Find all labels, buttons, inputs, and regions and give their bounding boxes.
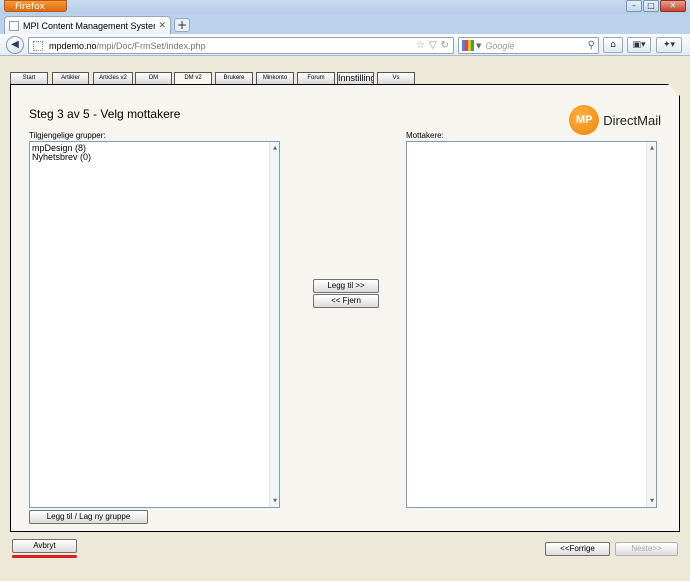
wizard-panel: Steg 3 av 5 - Velg mottakere MP DirectMa… — [10, 84, 680, 532]
bookmarks-menu-icon[interactable]: ▣▾ — [627, 37, 651, 53]
available-groups-label: Tilgjengelige grupper: — [29, 131, 106, 140]
tab-close-icon[interactable]: ✕ — [158, 21, 166, 31]
site-identity-icon[interactable] — [33, 40, 43, 51]
scroll-down-icon[interactable]: ▼ — [271, 498, 279, 504]
tab-dm[interactable]: DM — [135, 72, 172, 84]
tab-innstilling[interactable]: Innstilling — [337, 72, 374, 84]
tab-minkonto[interactable]: Minkonto — [256, 72, 294, 84]
add-recipient-button[interactable]: Legg til >> — [313, 279, 379, 293]
scroll-up-icon[interactable]: ▲ — [271, 145, 279, 151]
tab-brukere[interactable]: Brukere — [215, 72, 253, 84]
remove-recipient-button[interactable]: << Fjern — [313, 294, 379, 308]
bookmark-star-icon[interactable]: ☆ — [416, 40, 425, 51]
search-icon[interactable]: ⚲ — [588, 40, 595, 51]
window-controls: – □ ✕ — [626, 0, 686, 12]
page-content: Start Artikler Articles v2 DM DM v2 Bruk… — [0, 56, 690, 581]
available-groups-items: mpDesign (8) Nyhetsbrev (0) — [32, 144, 91, 162]
list-item[interactable]: Nyhetsbrev (0) — [32, 153, 91, 162]
panel-folded-corner — [668, 84, 680, 96]
search-input[interactable]: Google — [485, 41, 587, 51]
scroll-down-icon[interactable]: ▼ — [648, 498, 656, 504]
tab-vs[interactable]: Vs — [377, 72, 415, 84]
scrollbar[interactable]: ▲ ▼ — [269, 142, 279, 507]
directmail-logo: MP DirectMail — [569, 105, 661, 135]
addons-menu-icon[interactable]: ✦▾ — [656, 37, 682, 53]
tab-forum[interactable]: Forum — [297, 72, 335, 84]
logo-mark-icon: MP — [569, 105, 600, 135]
new-tab-icon[interactable]: + — [174, 18, 190, 32]
scroll-up-icon[interactable]: ▲ — [648, 145, 656, 151]
browser-tab[interactable]: MPI Content Management System v2.0.... ✕ — [4, 16, 171, 34]
history-dropdown-icon[interactable]: ▽ — [429, 40, 437, 51]
back-arrow-icon[interactable]: ◀ — [6, 36, 24, 54]
available-groups-list[interactable]: mpDesign (8) Nyhetsbrev (0) ▲ ▼ — [29, 141, 280, 508]
next-button[interactable]: Neste>> — [615, 542, 678, 556]
search-bar[interactable]: ▼ Google ⚲ — [458, 37, 599, 54]
cancel-button[interactable]: Avbryt — [12, 539, 77, 553]
url-path: /mpi/Doc/FrmSet/index.php — [96, 40, 206, 51]
tab-articles-v2[interactable]: Articles v2 — [93, 72, 133, 84]
engine-dropdown-icon[interactable]: ▼ — [476, 42, 481, 50]
recipients-label: Mottakere: — [406, 131, 444, 140]
minimize-icon[interactable]: – — [626, 0, 642, 12]
url-text[interactable]: mpdemo.no/mpi/Doc/FrmSet/index.php — [49, 41, 412, 51]
browser-tabbar: MPI Content Management System v2.0.... ✕… — [0, 14, 690, 34]
home-icon[interactable]: ⌂ — [603, 37, 623, 53]
url-domain: mpdemo.no — [49, 40, 97, 51]
browser-navbar: ◀ mpdemo.no/mpi/Doc/FrmSet/index.php ☆ ▽… — [0, 34, 690, 56]
address-bar[interactable]: mpdemo.no/mpi/Doc/FrmSet/index.php ☆ ▽ ↻ — [28, 37, 454, 54]
browser-tab-title: MPI Content Management System v2.0.... — [23, 20, 155, 31]
scrollbar[interactable]: ▲ ▼ — [646, 142, 656, 507]
window-titlebar: Firefox – □ ✕ — [0, 0, 690, 14]
add-new-group-button[interactable]: Legg til / Lag ny gruppe — [29, 510, 148, 524]
tab-start[interactable]: Start — [10, 72, 48, 84]
maximize-icon[interactable]: □ — [643, 0, 659, 12]
firefox-menu-button[interactable]: Firefox — [4, 0, 67, 12]
close-window-icon[interactable]: ✕ — [660, 0, 686, 12]
highlight-underline — [12, 555, 77, 558]
page-favicon-icon — [9, 20, 19, 31]
google-engine-icon[interactable] — [462, 40, 474, 51]
tab-artikler[interactable]: Artikler — [52, 72, 89, 84]
reload-icon[interactable]: ↻ — [441, 40, 449, 51]
previous-button[interactable]: <<Forrige — [545, 542, 610, 556]
recipients-list[interactable]: ▲ ▼ — [406, 141, 657, 508]
page-title: Steg 3 av 5 - Velg mottakere — [29, 107, 181, 121]
logo-text: DirectMail — [603, 112, 661, 128]
